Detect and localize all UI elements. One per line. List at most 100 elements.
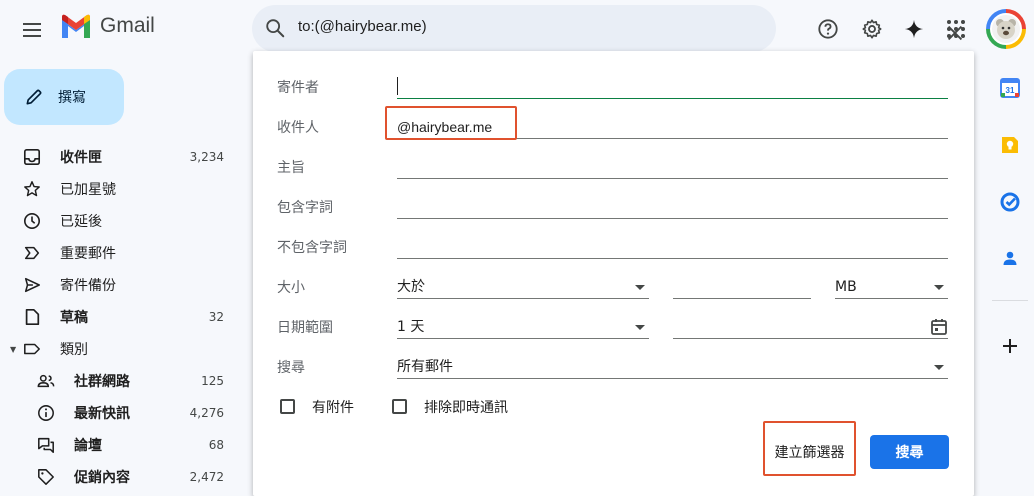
- sidebar-item-label: 論壇: [74, 438, 102, 454]
- hamburger-icon: [23, 23, 41, 37]
- compose-button[interactable]: 撰寫: [4, 69, 124, 125]
- sidebar-item-promotions[interactable]: 促銷內容 2,472: [0, 461, 240, 493]
- sidebar-item-snoozed[interactable]: 已延後: [0, 205, 240, 237]
- sidebar-item-count: 3,234: [189, 150, 224, 164]
- date-label: 日期範圍: [277, 320, 333, 336]
- apps-button[interactable]: [944, 17, 968, 41]
- help-button[interactable]: [816, 17, 840, 41]
- gmail-m-icon: [62, 14, 90, 38]
- gemini-button[interactable]: [902, 17, 926, 41]
- sidebar-item-count: 125: [201, 374, 224, 388]
- contacts-app-button[interactable]: [998, 246, 1022, 270]
- has-words-label: 包含字詞: [277, 200, 333, 216]
- date-row: 日期範圍 1 天: [253, 305, 974, 345]
- subject-label: 主旨: [277, 160, 305, 176]
- tasks-icon: [1000, 192, 1020, 212]
- keep-icon: [1002, 137, 1018, 153]
- from-row: 寄件者: [253, 65, 974, 105]
- date-input[interactable]: [673, 317, 948, 339]
- calendar-app-button[interactable]: 31: [998, 76, 1022, 100]
- has-words-input[interactable]: [397, 197, 948, 219]
- calendar-picker-icon[interactable]: [930, 318, 948, 336]
- search-in-select[interactable]: 所有郵件: [397, 357, 948, 379]
- account-avatar[interactable]: [986, 9, 1026, 49]
- to-label: 收件人: [277, 120, 319, 136]
- contacts-icon: [1003, 251, 1017, 265]
- forum-icon: [36, 435, 56, 455]
- gmail-logo[interactable]: Gmail: [60, 14, 155, 38]
- text-cursor: [397, 77, 398, 95]
- dropdown-arrow-icon: [635, 325, 645, 330]
- sidebar-item-label: 草稿: [60, 310, 88, 326]
- to-field-highlight: [385, 106, 517, 140]
- clock-icon: [22, 211, 42, 231]
- people-icon: [36, 371, 56, 391]
- sidebar-item-count: 4,276: [189, 406, 224, 420]
- inbox-icon: [22, 147, 42, 167]
- subject-input[interactable]: [397, 157, 948, 179]
- sidebar-item-social[interactable]: 社群網路 125: [0, 365, 240, 397]
- size-row: 大小 大於 MB: [253, 265, 974, 305]
- sidebar-item-label: 類別: [60, 342, 88, 358]
- main-menu-button[interactable]: [20, 18, 44, 42]
- not-words-row: 不包含字詞: [253, 225, 974, 265]
- sidebar-item-label: 最新快訊: [74, 406, 130, 422]
- svg-text:31: 31: [1006, 86, 1015, 95]
- get-addons-button[interactable]: [998, 334, 1022, 358]
- sidebar-item-label: 社群網路: [74, 374, 130, 390]
- sidebar-item-sent[interactable]: 寄件備份: [0, 269, 240, 301]
- date-range-select[interactable]: 1 天: [397, 317, 649, 339]
- help-icon: [818, 19, 838, 39]
- side-panel-divider: [992, 300, 1028, 301]
- tag-icon: [36, 467, 56, 487]
- from-input[interactable]: [397, 77, 948, 99]
- tasks-app-button[interactable]: [998, 190, 1022, 214]
- pencil-icon: [26, 89, 42, 105]
- search-input[interactable]: to:(@hairybear.me): [298, 18, 427, 35]
- important-icon: [22, 243, 42, 263]
- settings-button[interactable]: [860, 17, 884, 41]
- bear-avatar-icon: [996, 19, 1016, 39]
- sidebar-item-forums[interactable]: 論壇 68: [0, 429, 240, 461]
- exclude-chats-label: 排除即時通訊: [424, 400, 508, 416]
- size-operator-select[interactable]: 大於: [397, 277, 649, 299]
- search-bar[interactable]: to:(@hairybear.me): [252, 5, 963, 52]
- sidebar-item-updates[interactable]: 最新快訊 4,276: [0, 397, 240, 429]
- sidebar-item-starred[interactable]: 已加星號: [0, 173, 240, 205]
- sidebar-item-count: 2,472: [189, 470, 224, 484]
- sidebar-item-important[interactable]: 重要郵件: [0, 237, 240, 269]
- draft-icon: [22, 307, 42, 327]
- gear-icon: [862, 19, 882, 39]
- search-button[interactable]: 搜尋: [870, 435, 949, 469]
- has-attachment-label: 有附件: [312, 400, 354, 416]
- size-label: 大小: [277, 280, 305, 296]
- keep-app-button[interactable]: [998, 133, 1022, 157]
- sidebar-item-inbox[interactable]: 收件匣 3,234: [0, 141, 240, 173]
- size-unit-select[interactable]: MB: [835, 277, 948, 299]
- search-in-value: 所有郵件: [397, 359, 453, 375]
- advanced-search-panel: 寄件者 收件人 @hairybear.me 主旨 包含字詞 不包含字詞 大小 大…: [253, 51, 974, 496]
- sidebar-item-count: 32: [208, 310, 224, 324]
- dropdown-arrow-icon: [934, 285, 944, 290]
- search-in-row: 搜尋 所有郵件: [253, 345, 974, 385]
- sidebar-item-label: 促銷內容: [74, 470, 130, 486]
- dropdown-arrow-icon: [934, 365, 944, 370]
- exclude-chats-checkbox[interactable]: [392, 399, 407, 414]
- not-words-input[interactable]: [397, 237, 948, 259]
- sidebar-item-label: 已加星號: [60, 182, 116, 198]
- star-icon: [22, 179, 42, 199]
- label-icon: [22, 339, 42, 359]
- search-icon[interactable]: [264, 17, 286, 39]
- calendar-icon: 31: [1000, 78, 1020, 98]
- size-value-input[interactable]: [673, 277, 811, 299]
- avatar-image: [990, 13, 1022, 45]
- apps-grid-icon: [947, 20, 965, 38]
- plus-icon: [1003, 339, 1017, 353]
- sidebar-item-label: 收件匣: [60, 150, 102, 166]
- sidebar-item-categories[interactable]: ▼ 類別: [0, 333, 240, 365]
- sidebar-item-drafts[interactable]: 草稿 32: [0, 301, 240, 333]
- expand-caret-icon[interactable]: ▼: [10, 345, 16, 354]
- info-icon: [36, 403, 56, 423]
- sidebar-item-label: 已延後: [60, 214, 102, 230]
- has-attachment-checkbox[interactable]: [280, 399, 295, 414]
